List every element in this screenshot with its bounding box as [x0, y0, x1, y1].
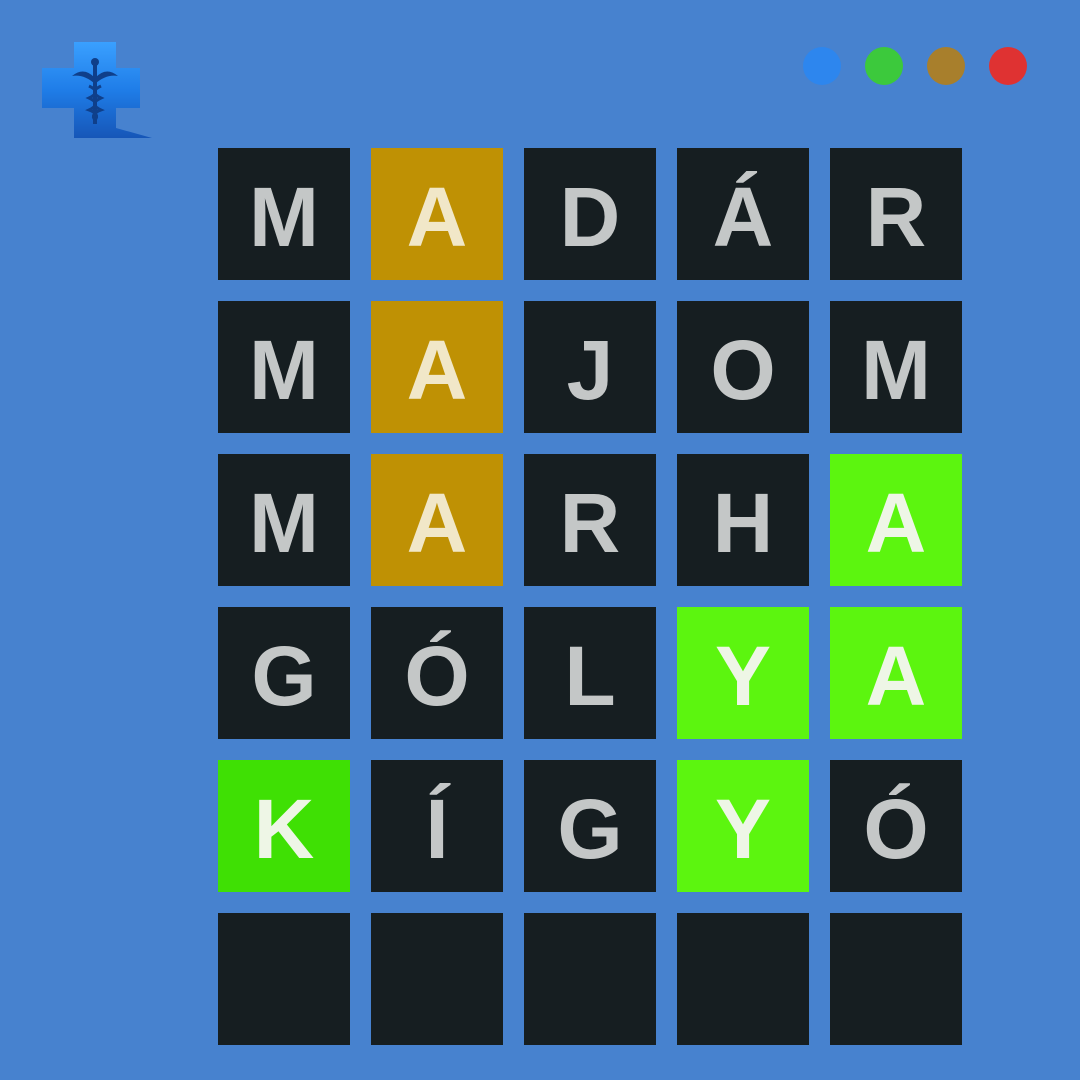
tile-r4-c2: Ó	[371, 607, 503, 739]
tile-r3-c4: H	[677, 454, 809, 586]
tile-r6-c2	[371, 913, 503, 1045]
tile-r5-c2: Í	[371, 760, 503, 892]
medical-cross-caduceus-icon	[42, 42, 152, 140]
tile-r2-c2: A	[371, 301, 503, 433]
tile-r6-c3	[524, 913, 656, 1045]
tile-r2-c4: O	[677, 301, 809, 433]
tile-r6-c5	[830, 913, 962, 1045]
tile-r3-c1: M	[218, 454, 350, 586]
blue-dot	[803, 47, 841, 85]
tile-r5-c3: G	[524, 760, 656, 892]
tile-r6-c1	[218, 913, 350, 1045]
tile-r5-c5: Ó	[830, 760, 962, 892]
tile-r1-c4: Á	[677, 148, 809, 280]
tile-r1-c3: D	[524, 148, 656, 280]
game-board: M A D Á R M A J O M M A R H A G Ó L Y A …	[218, 148, 962, 1045]
tile-r5-c4: Y	[677, 760, 809, 892]
tile-r1-c1: M	[218, 148, 350, 280]
tile-r4-c4: Y	[677, 607, 809, 739]
tile-r4-c3: L	[524, 607, 656, 739]
tile-r4-c5: A	[830, 607, 962, 739]
green-dot	[865, 47, 903, 85]
tile-r3-c3: R	[524, 454, 656, 586]
tile-r3-c5: A	[830, 454, 962, 586]
red-dot	[989, 47, 1027, 85]
tile-r3-c2: A	[371, 454, 503, 586]
tile-r6-c4	[677, 913, 809, 1045]
tile-r2-c5: M	[830, 301, 962, 433]
tile-r4-c1: G	[218, 607, 350, 739]
tile-r2-c1: M	[218, 301, 350, 433]
window-dots	[803, 47, 1027, 85]
tile-r5-c1: K	[218, 760, 350, 892]
tile-r2-c3: J	[524, 301, 656, 433]
tile-r1-c2: A	[371, 148, 503, 280]
tile-r1-c5: R	[830, 148, 962, 280]
brown-dot	[927, 47, 965, 85]
